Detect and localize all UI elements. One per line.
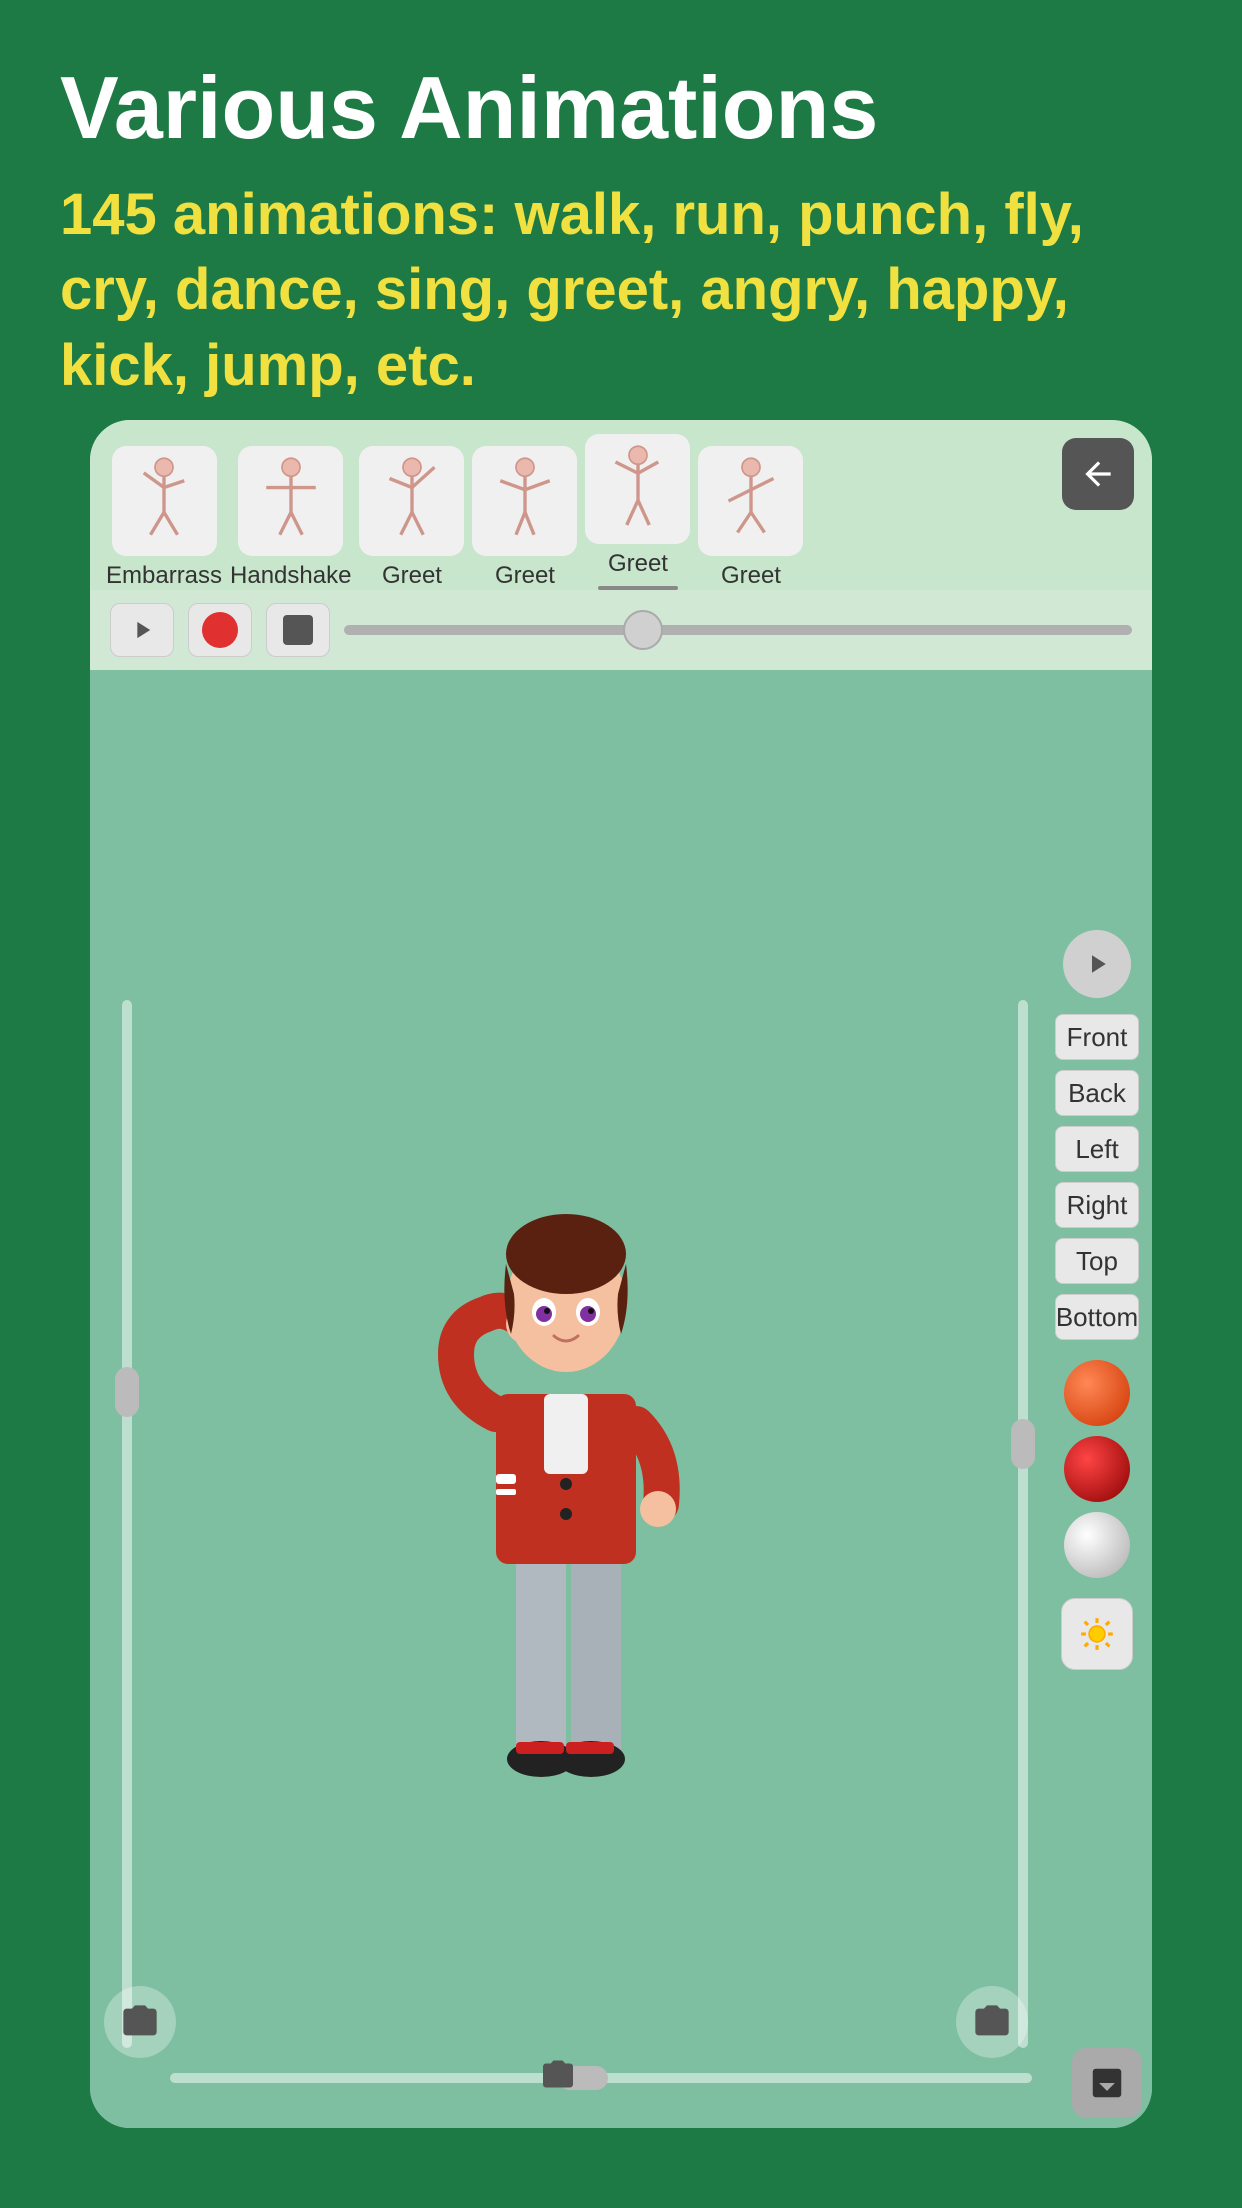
anim-thumb-greet3[interactable]	[585, 434, 690, 544]
anim-thumb-greet4[interactable]	[698, 446, 803, 556]
bottom-slider-track[interactable]	[170, 2073, 1032, 2083]
right-sidebar: Front Back Left Right Top Bottom	[1042, 920, 1152, 1680]
controls-bar	[90, 590, 1152, 670]
anim-thumb-greet1[interactable]	[359, 446, 464, 556]
right-vertical-slider[interactable]	[1014, 1000, 1032, 2048]
subtitle-text: 145 animations: walk, run, punch, fly, c…	[60, 177, 1182, 403]
viewport-play-button[interactable]	[1063, 930, 1131, 998]
bottom-slider-area	[170, 2028, 1032, 2128]
anim-item-embarrass[interactable]: Embarrass	[106, 446, 222, 590]
anim-label-greet3: Greet	[608, 550, 668, 578]
anim-label-greet1: Greet	[382, 562, 442, 590]
left-view-button[interactable]: Left	[1055, 1126, 1139, 1172]
character-area	[90, 920, 1042, 2128]
play-button[interactable]	[110, 603, 174, 657]
anim-thumb-embarrass[interactable]	[112, 446, 217, 556]
bottom-view-button[interactable]: Bottom	[1055, 1294, 1139, 1340]
corner-expand-button[interactable]	[1072, 2048, 1142, 2118]
stop-button[interactable]	[266, 603, 330, 657]
record-dot	[202, 612, 238, 648]
header-section: Various Animations 145 animations: walk,…	[0, 0, 1242, 433]
anim-item-greet1[interactable]: Greet	[359, 446, 464, 590]
anim-item-greet3[interactable]: Greet	[585, 434, 690, 590]
right-slider-track[interactable]	[1018, 1000, 1028, 2048]
bottom-slider-track-wrap[interactable]	[170, 2073, 1032, 2083]
page-title: Various Animations	[60, 60, 1182, 157]
progress-track[interactable]	[344, 625, 1132, 635]
viewport[interactable]: Front Back Left Right Top Bottom	[90, 670, 1152, 2128]
bottom-slider-thumb[interactable]	[558, 2066, 608, 2090]
anim-label-embarrass: Embarrass	[106, 562, 222, 590]
anim-thumb-greet2[interactable]	[472, 446, 577, 556]
left-camera-button[interactable]	[104, 1986, 176, 2058]
anim-item-handshake[interactable]: Handshake	[230, 446, 351, 590]
stop-square	[283, 615, 313, 645]
top-view-button[interactable]: Top	[1055, 1238, 1139, 1284]
anim-label-greet2: Greet	[495, 562, 555, 590]
back-button[interactable]	[1062, 438, 1134, 510]
color-ball-red[interactable]	[1064, 1436, 1130, 1502]
color-ball-white[interactable]	[1064, 1512, 1130, 1578]
back-view-button[interactable]: Back	[1055, 1070, 1139, 1116]
animation-strip: Embarrass Handshake	[90, 420, 1152, 590]
character-svg	[396, 1174, 736, 1874]
right-view-button[interactable]: Right	[1055, 1182, 1139, 1228]
anim-item-greet2[interactable]: Greet	[472, 446, 577, 590]
app-panel: Embarrass Handshake	[90, 420, 1152, 2128]
color-ball-orange[interactable]	[1064, 1360, 1130, 1426]
left-slider-thumb[interactable]	[115, 1367, 139, 1417]
anim-selected-indicator	[598, 586, 678, 590]
right-slider-thumb[interactable]	[1011, 1419, 1035, 1469]
anim-label-handshake: Handshake	[230, 562, 351, 590]
record-button[interactable]	[188, 603, 252, 657]
front-view-button[interactable]: Front	[1055, 1014, 1139, 1060]
progress-thumb[interactable]	[623, 610, 663, 650]
anim-item-greet4[interactable]: Greet	[698, 446, 803, 590]
anim-label-greet4: Greet	[721, 562, 781, 590]
anim-thumb-handshake[interactable]	[238, 446, 343, 556]
left-vertical-slider[interactable]	[118, 1000, 136, 2048]
light-button[interactable]	[1061, 1598, 1133, 1670]
left-slider-track[interactable]	[122, 1000, 132, 2048]
